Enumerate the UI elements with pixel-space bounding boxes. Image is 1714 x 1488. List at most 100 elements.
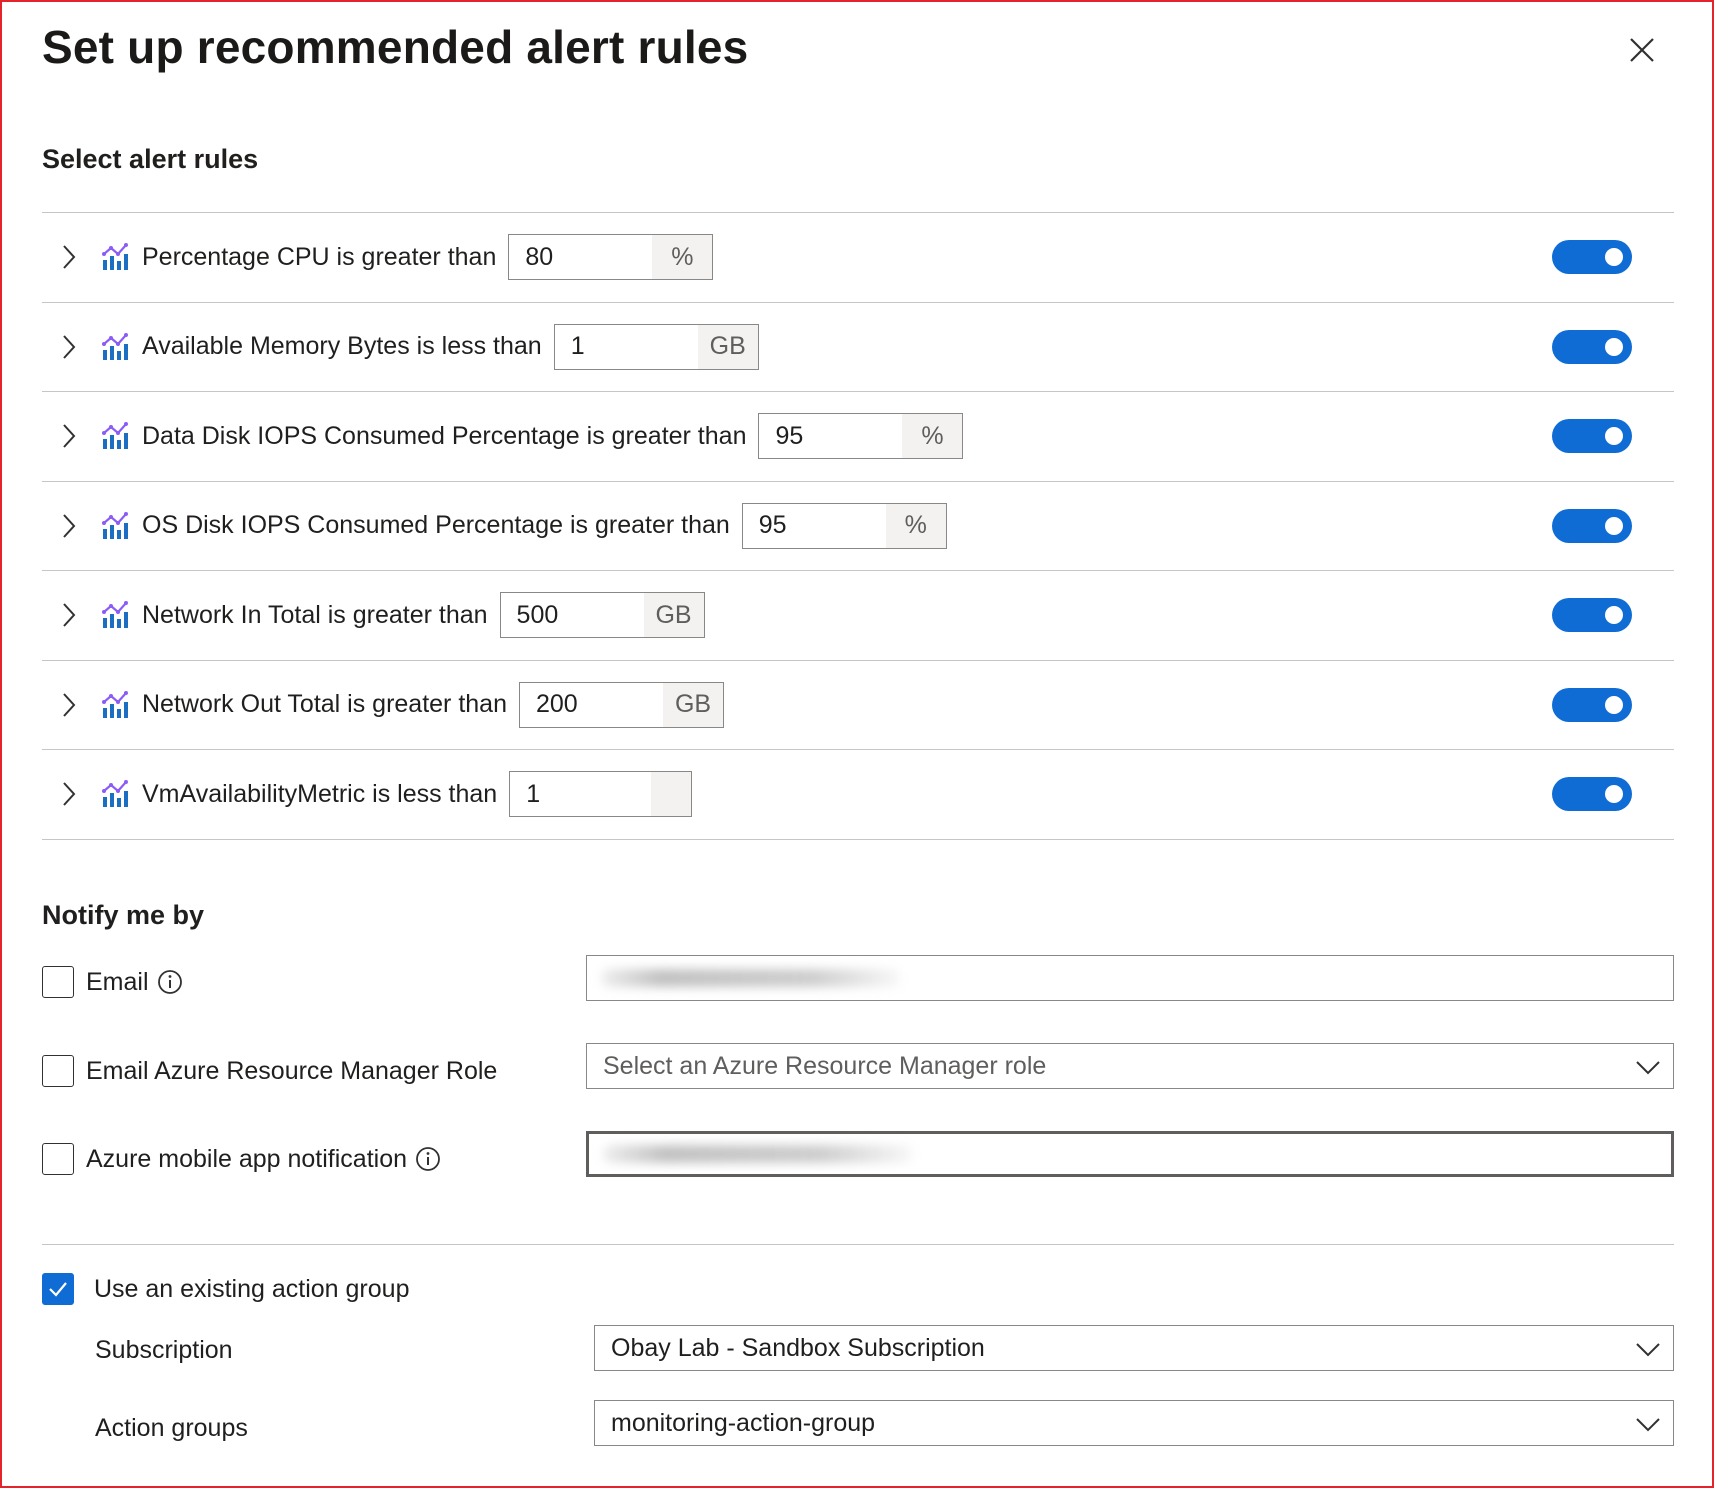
expand-chevron-icon[interactable]: [54, 600, 84, 630]
threshold-box: [509, 771, 693, 818]
expand-chevron-icon[interactable]: [54, 690, 84, 720]
threshold-input[interactable]: [759, 414, 903, 459]
alert-rule-row: Network Out Total is greater than GB: [42, 661, 1674, 750]
threshold-unit: [651, 772, 692, 817]
alert-rule-label: Percentage CPU is greater than: [142, 242, 497, 271]
threshold-input[interactable]: [742, 503, 886, 548]
expand-chevron-icon[interactable]: [54, 511, 84, 541]
alert-rule-row: Available Memory Bytes is less than GB: [42, 303, 1674, 392]
threshold-unit: %: [652, 235, 713, 280]
subscription-label: Subscription: [95, 1336, 233, 1364]
expand-chevron-icon[interactable]: [54, 779, 84, 809]
action-groups-value: monitoring-action-group: [611, 1408, 876, 1437]
info-icon[interactable]: [157, 969, 183, 995]
metric-chart-icon: [102, 243, 128, 271]
threshold-unit: GB: [643, 593, 704, 638]
email-option: Email: [42, 958, 183, 1006]
alert-rule-row: Percentage CPU is greater than %: [42, 213, 1674, 303]
alert-rule-toggle[interactable]: [1552, 329, 1632, 364]
threshold-box: %: [758, 413, 964, 460]
select-alert-rules-heading: Select alert rules: [42, 144, 259, 174]
existing-action-group-option: Use an existing action group: [42, 1265, 409, 1313]
mobile-option: Azure mobile app notification: [42, 1135, 441, 1183]
toggle-knob: [1605, 606, 1623, 624]
email-input[interactable]: [586, 955, 1674, 1001]
action-groups-dropdown[interactable]: monitoring-action-group: [594, 1400, 1674, 1446]
threshold-input[interactable]: [520, 682, 663, 727]
metric-chart-icon: [102, 332, 128, 360]
toggle-knob: [1605, 516, 1623, 535]
chevron-down-icon: [1636, 1418, 1660, 1432]
arm-role-placeholder: Select an Azure Resource Manager role: [603, 1051, 1047, 1080]
toggle-knob: [1605, 785, 1623, 803]
alert-rule-toggle[interactable]: [1552, 419, 1632, 453]
action-groups-label: Action groups: [95, 1414, 248, 1442]
alert-rule-toggle[interactable]: [1552, 240, 1632, 274]
alert-rule-row: Data Disk IOPS Consumed Percentage is gr…: [42, 392, 1674, 482]
threshold-box: GB: [499, 592, 705, 639]
alert-rule-toggle[interactable]: [1552, 598, 1632, 632]
threshold-unit: %: [885, 503, 946, 548]
alert-rule-label: Network Out Total is greater than: [142, 690, 507, 719]
toggle-knob: [1605, 695, 1623, 714]
threshold-box: GB: [519, 681, 724, 728]
alert-rule-toggle[interactable]: [1552, 508, 1632, 543]
toggle-knob: [1605, 337, 1623, 356]
threshold-input[interactable]: [509, 235, 653, 280]
alert-rule-label: Available Memory Bytes is less than: [142, 332, 542, 361]
expand-chevron-icon[interactable]: [54, 421, 84, 451]
threshold-input[interactable]: [500, 593, 644, 638]
existing-action-group-label: Use an existing action group: [94, 1274, 410, 1303]
arm-role-checkbox[interactable]: [42, 1055, 74, 1087]
mobile-label: Azure mobile app notification: [86, 1144, 408, 1173]
alert-rule-label: Network In Total is greater than: [142, 600, 488, 629]
alert-rules-list: Percentage CPU is greater than % Availab…: [42, 212, 1674, 840]
mobile-checkbox[interactable]: [42, 1143, 74, 1175]
alert-rule-row: VmAvailabilityMetric is less than: [42, 750, 1674, 840]
close-button[interactable]: [1622, 30, 1662, 70]
metric-chart-icon: [102, 601, 128, 629]
redacted-account: [603, 1145, 913, 1163]
alert-rule-toggle[interactable]: [1552, 777, 1632, 811]
threshold-unit: %: [902, 414, 963, 459]
mobile-account-input[interactable]: [586, 1131, 1674, 1177]
email-label: Email: [86, 967, 149, 996]
threshold-box: GB: [553, 323, 759, 370]
threshold-unit: GB: [697, 324, 758, 369]
alert-rule-label: OS Disk IOPS Consumed Percentage is grea…: [142, 511, 730, 540]
section-divider: [42, 1244, 1674, 1245]
chevron-down-icon: [1636, 1061, 1660, 1075]
subscription-value: Obay Lab - Sandbox Subscription: [611, 1333, 985, 1362]
threshold-input[interactable]: [554, 324, 698, 369]
chevron-down-icon: [1636, 1343, 1660, 1357]
arm-role-option: Email Azure Resource Manager Role: [42, 1047, 497, 1095]
threshold-unit: GB: [663, 682, 723, 727]
metric-chart-icon: [102, 511, 128, 539]
info-icon[interactable]: [415, 1146, 441, 1172]
checkmark-icon: [49, 1282, 67, 1297]
metric-chart-icon: [102, 780, 128, 808]
arm-role-dropdown[interactable]: Select an Azure Resource Manager role: [586, 1043, 1674, 1089]
toggle-knob: [1605, 248, 1623, 266]
alert-rule-label: Data Disk IOPS Consumed Percentage is gr…: [142, 421, 747, 450]
existing-action-group-checkbox[interactable]: [42, 1273, 74, 1305]
metric-chart-icon: [102, 422, 128, 450]
alert-rule-row: OS Disk IOPS Consumed Percentage is grea…: [42, 482, 1674, 571]
threshold-box: %: [508, 234, 714, 281]
metric-chart-icon: [102, 690, 128, 718]
notify-me-by-heading: Notify me by: [42, 900, 205, 930]
close-icon: [1630, 38, 1654, 62]
threshold-box: %: [741, 502, 947, 549]
email-checkbox[interactable]: [42, 966, 74, 998]
alert-rule-toggle[interactable]: [1552, 687, 1632, 722]
threshold-input[interactable]: [510, 772, 652, 817]
dialog-title: Set up recommended alert rules: [42, 21, 749, 73]
toggle-knob: [1605, 427, 1623, 445]
expand-chevron-icon[interactable]: [54, 332, 84, 362]
arm-role-label: Email Azure Resource Manager Role: [86, 1056, 498, 1085]
subscription-dropdown[interactable]: Obay Lab - Sandbox Subscription: [594, 1325, 1674, 1371]
redacted-email: [601, 969, 901, 987]
alert-rule-label: VmAvailabilityMetric is less than: [142, 779, 498, 808]
expand-chevron-icon[interactable]: [54, 242, 84, 272]
alert-rule-row: Network In Total is greater than GB: [42, 571, 1674, 661]
